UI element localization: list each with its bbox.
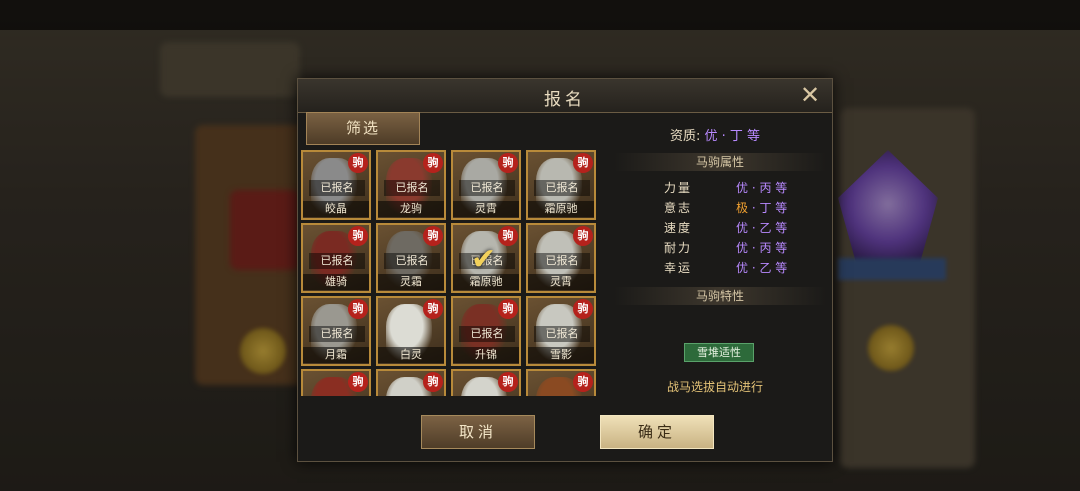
horse-type-badge: 驹	[348, 372, 368, 392]
horse-card[interactable]: 驹	[376, 369, 446, 396]
horse-card[interactable]: 驹已报名 ✔ 霜原驰	[451, 223, 521, 293]
horse-type-badge: 驹	[498, 372, 518, 392]
attribute-name: 耐力	[664, 241, 693, 255]
horse-type-badge: 驹	[573, 153, 593, 173]
horse-name: 龙驹	[378, 201, 444, 217]
attribute-row: 速度 优 · 乙 等	[604, 218, 826, 238]
horse-card[interactable]: 驹	[526, 369, 596, 396]
attribute-row: 幸运 优 · 乙 等	[604, 258, 826, 278]
horse-name: 雄骑	[303, 274, 369, 290]
confirm-button[interactable]: 确定	[600, 415, 714, 449]
horse-name: 白灵	[378, 347, 444, 363]
attribute-value: 极 · 丁 等	[736, 201, 788, 215]
horse-type-badge: 驹	[423, 153, 443, 173]
horse-type-badge: 驹	[573, 299, 593, 319]
aptitude-label: 资质:	[669, 129, 701, 144]
attribute-value: 优 · 丙 等	[736, 241, 788, 255]
attribute-name: 力量	[664, 181, 693, 195]
trait-badge: 雪堆适性	[684, 343, 754, 362]
attributes-header: 马驹属性	[614, 153, 826, 171]
cancel-button[interactable]: 取消	[421, 415, 535, 449]
horse-info-panel: 资质: 优 · 丁 等 马驹属性 力量 优 · 丙 等 意志 极 · 丁 等 速…	[604, 112, 826, 395]
horse-card[interactable]: 驹已报名月霜	[301, 296, 371, 366]
attribute-name: 意志	[664, 201, 693, 215]
horse-name: 月霜	[303, 347, 369, 363]
horse-name: 升锦	[453, 347, 519, 363]
attribute-row: 力量 优 · 丙 等	[604, 178, 826, 198]
horse-name: 霜原驰	[453, 274, 519, 290]
horse-name: 灵霄	[528, 274, 594, 290]
registered-label: 已报名	[384, 253, 440, 269]
horse-name: 灵霜	[378, 274, 444, 290]
registered-label: 已报名	[459, 326, 515, 342]
horse-type-badge: 驹	[573, 226, 593, 246]
registered-label: 已报名	[534, 253, 590, 269]
registered-label: 已报名	[534, 180, 590, 196]
horse-card[interactable]: 驹已报名雄骑	[301, 223, 371, 293]
horse-grid: 驹已报名 皎晶驹已报名 龙驹驹已报名 灵霄驹已报名 霜原驰驹已报名 雄骑驹已报名 灵霜驹已报…	[301, 150, 601, 396]
horse-type-badge: 驹	[498, 153, 518, 173]
horse-card[interactable]: 驹已报名龙驹	[376, 150, 446, 220]
aptitude-value: 优 · 丁 等	[704, 129, 761, 144]
registered-label: 已报名	[309, 180, 365, 196]
horse-card[interactable]: 驹已报名灵霜	[376, 223, 446, 293]
horse-name: 霜原驰	[528, 201, 594, 217]
attribute-row: 意志 极 · 丁 等	[604, 198, 826, 218]
traits-header: 马驹特性	[614, 287, 826, 305]
filter-button[interactable]: 筛选	[306, 112, 420, 145]
horse-name: 灵霄	[453, 201, 519, 217]
checkmark-icon: ✔	[471, 242, 497, 277]
horse-type-badge: 驹	[573, 372, 593, 392]
auto-selection-note: 战马选拔自动进行	[666, 380, 763, 394]
registered-label: 已报名	[309, 326, 365, 342]
close-icon[interactable]: ✕	[798, 83, 822, 107]
registered-label: 已报名	[459, 180, 515, 196]
registered-label: 已报名	[384, 180, 440, 196]
registered-label: 已报名	[309, 253, 365, 269]
horse-card[interactable]: 驹已报名霜原驰	[526, 150, 596, 220]
attribute-name: 幸运	[664, 261, 693, 275]
attribute-value: 优 · 乙 等	[736, 261, 788, 275]
horse-name: 雪影	[528, 347, 594, 363]
horse-card[interactable]: 驹白灵	[376, 296, 446, 366]
horse-card[interactable]: 驹	[451, 369, 521, 396]
horse-card[interactable]: 驹已报名升锦	[451, 296, 521, 366]
horse-card[interactable]: 驹已报名灵霄	[451, 150, 521, 220]
dialog-title-bar: 报名 ✕	[298, 79, 832, 113]
horse-type-badge: 驹	[348, 153, 368, 173]
horse-type-badge: 驹	[423, 226, 443, 246]
horse-card[interactable]: 驹已报名皎晶	[301, 150, 371, 220]
registered-label: 已报名	[534, 326, 590, 342]
horse-type-badge: 驹	[348, 226, 368, 246]
horse-type-badge: 驹	[423, 372, 443, 392]
attribute-row: 耐力 优 · 丙 等	[604, 238, 826, 258]
horse-card[interactable]: 驹已报名灵霄	[526, 223, 596, 293]
attribute-name: 速度	[664, 221, 693, 235]
dialog-title: 报名	[544, 90, 586, 110]
horse-card[interactable]: 驹	[301, 369, 371, 396]
horse-card[interactable]: 驹已报名雪影	[526, 296, 596, 366]
horse-type-badge: 驹	[498, 299, 518, 319]
attribute-value: 优 · 乙 等	[736, 221, 788, 235]
horse-type-badge: 驹	[498, 226, 518, 246]
attribute-value: 优 · 丙 等	[736, 181, 788, 195]
horse-type-badge: 驹	[348, 299, 368, 319]
aptitude-row: 资质: 优 · 丁 等	[604, 125, 826, 144]
horse-type-badge: 驹	[423, 299, 443, 319]
horse-name: 皎晶	[303, 201, 369, 217]
registration-dialog: 报名 ✕ 筛选 驹已报名 皎晶驹已报名 龙驹驹已报名 灵霄驹已报名 霜原驰驹已报名 雄骑驹…	[297, 78, 833, 462]
